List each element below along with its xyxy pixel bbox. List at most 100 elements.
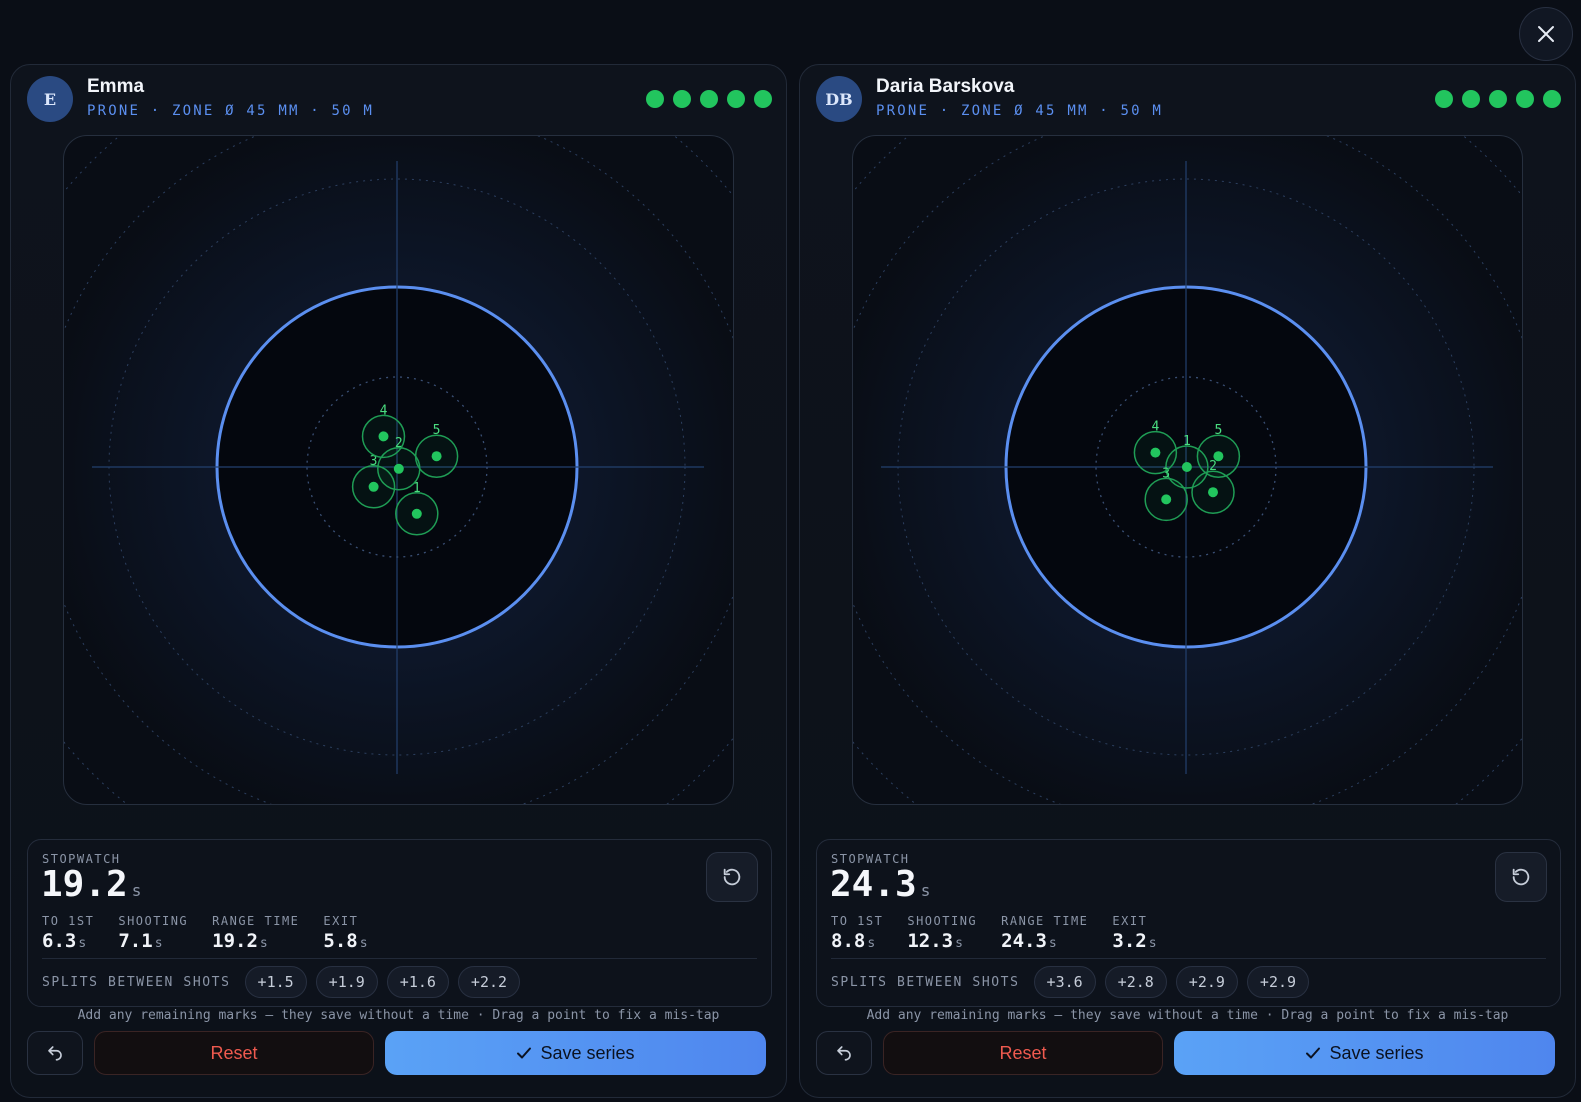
stopwatch-reset-button[interactable] [706,852,758,902]
shot-hole [1150,447,1161,458]
avatar: DB [816,76,862,122]
divider [831,958,1546,959]
stopwatch-value: 19.2 s [41,864,141,905]
splits-label: SPLITS BETWEEN SHOTS [42,974,231,990]
split-chip: +3.6 [1033,966,1096,998]
hit-indicator-dot [1489,90,1507,108]
split-chip: +2.9 [1175,966,1238,998]
save-series-label: Save series [540,1042,635,1063]
stat-item: RANGE TIME 24.3 s [1001,914,1088,952]
stopwatch-value: 24.3 s [830,864,930,905]
hit-indicator-dot [1516,90,1534,108]
stat-value: 24.3 s [1001,930,1088,952]
shot-hole [1213,451,1224,462]
stat-number: 8.8 [831,930,866,952]
stat-label: EXIT [323,914,359,928]
split-chip: +2.8 [1104,966,1167,998]
split-chip: +1.5 [244,966,307,998]
stopwatch-number: 19.2 [41,864,128,905]
splits-label: SPLITS BETWEEN SHOTS [831,974,1020,990]
stat-number: 3.2 [1112,930,1147,952]
divider [42,958,757,959]
stat-unit: s [259,936,268,951]
undo-icon [837,1046,851,1061]
stat-unit: s [1048,936,1057,951]
stat-number: 24.3 [1001,930,1047,952]
stat-number: 7.1 [118,930,153,952]
hit-indicator-dot [1435,90,1453,108]
target-area[interactable]: 12345 [852,135,1523,805]
save-series-label: Save series [1329,1042,1424,1063]
stat-value: 6.3 s [42,930,94,952]
stat-number: 12.3 [907,930,954,952]
target-area[interactable]: 12345 [63,135,734,805]
stat-item: RANGE TIME 19.2 s [212,914,299,952]
stat-item: SHOOTING 12.3 s [907,914,977,952]
shot-hole [1161,494,1172,505]
stat-label: TO 1ST [831,914,884,928]
stat-unit: s [78,936,87,951]
check-icon [517,1047,532,1059]
undo-button[interactable] [816,1031,872,1075]
split-chip: +2.2 [457,966,521,998]
reset-button[interactable]: Reset [94,1031,374,1075]
stat-value: 7.1 s [118,930,188,952]
stat-item: EXIT 3.2 s [1112,914,1156,952]
stopwatch-unit: s [131,881,142,900]
stats-row: TO 1ST 8.8 s SHOOTING 12.3 s RANGE TIME 24.3 s EX… [831,914,1181,952]
shooter-name: Daria Barskova [876,76,1015,97]
stat-value: 19.2 s [212,930,299,952]
shot-number-label: 1 [1183,434,1191,449]
close-icon [1538,26,1554,42]
split-chip: +2.9 [1246,966,1310,998]
target-svg[interactable]: 12345 [64,136,734,805]
shot-hole [378,431,389,442]
stat-value: 5.8 s [323,930,367,952]
hit-indicator-dot [673,90,691,108]
split-chip: +1.9 [315,966,378,998]
stopwatch-card: STOPWATCH 24.3 s TO 1ST 8.8 s SHOOTING 12.3 s R… [816,839,1561,1007]
save-series-button[interactable]: Save series [385,1031,766,1075]
stat-unit: s [359,936,368,951]
stat-value: 12.3 s [907,930,977,952]
stat-label: RANGE TIME [212,914,300,928]
stat-label: RANGE TIME [1001,914,1089,928]
save-series-button[interactable]: Save series [1174,1031,1555,1075]
split-chip: +1.6 [386,966,449,998]
shot-hole [1181,462,1192,472]
hint-text: Add any remaining marks — they save with… [866,1008,1509,1023]
shot-hole [368,481,379,492]
check-icon [1306,1047,1321,1059]
hint-text: Add any remaining marks — they save with… [77,1008,720,1023]
hit-indicators [1435,90,1561,108]
shot-hole [393,463,404,474]
shot-number-label: 5 [433,423,441,438]
stopwatch-unit: s [920,881,931,900]
target-svg[interactable]: 12345 [853,136,1523,805]
stat-value: 8.8 s [831,930,883,952]
discipline-subtitle: PRONE · ZONE Ø 45 MM · 50 M [87,103,374,119]
undo-button[interactable] [27,1031,83,1075]
stat-unit: s [154,936,163,951]
stopwatch-reset-button[interactable] [1495,852,1547,902]
stat-number: 5.8 [323,930,358,952]
stat-label: TO 1ST [42,914,95,928]
close-button[interactable] [1519,7,1573,61]
avatar: E [27,76,73,122]
stats-row: TO 1ST 6.3 s SHOOTING 7.1 s RANGE TIME 19.2 s EXI… [42,914,392,952]
reset-icon [1512,868,1530,886]
undo-icon [48,1046,62,1061]
reset-button[interactable]: Reset [883,1031,1163,1075]
splits-row: SPLITS BETWEEN SHOTS +1.5 +1.9 +1.6 +2.2 [42,966,529,998]
shot-hole [411,508,422,519]
stat-item: SHOOTING 7.1 s [118,914,188,952]
hit-indicator-dot [754,90,772,108]
reset-icon [723,868,741,886]
stat-unit: s [867,936,876,951]
stat-value: 3.2 s [1112,930,1156,952]
splits-row: SPLITS BETWEEN SHOTS +3.6 +2.8 +2.9 +2.9 [831,966,1318,998]
stat-number: 6.3 [42,930,77,952]
shot-number-label: 4 [380,403,388,418]
stat-label: EXIT [1112,914,1148,928]
shooter-panel: E Emma PRONE · ZONE Ø 45 MM · 50 M 12345… [10,64,787,1098]
